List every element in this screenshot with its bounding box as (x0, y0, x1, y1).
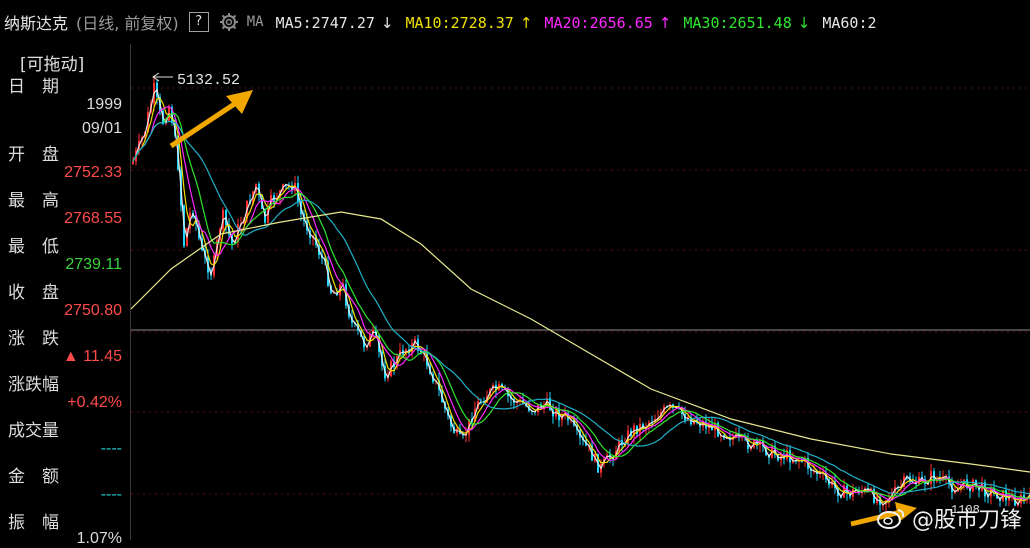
close-value: 2750.80 (64, 302, 122, 319)
ma-trend-arrow-1: ↑ (519, 13, 533, 32)
ma-value-2: MA20:2656.65 (544, 13, 653, 32)
ma30-line (132, 112, 1030, 499)
open-value: 2752.33 (64, 164, 122, 181)
period-subtitle: (日线, 前复权) (76, 14, 179, 33)
help-button[interactable]: ? (188, 12, 209, 32)
ma-trend-arrow-0: ↓ (380, 13, 394, 32)
chart-header: 纳斯达克 (日线, 前复权) ? MA MA5:2747.27 ↓ MA10:272… (0, 0, 1030, 44)
amplitude-value: 1.07% (76, 530, 122, 547)
gear-icon[interactable] (219, 12, 239, 32)
data-panel[interactable]: [可拖动] 日 期 1999 09/01 开 盘 2752.33 最 高 276… (0, 44, 130, 547)
date-label: 日 期 (8, 77, 59, 97)
ma-value-4: MA60:2 (822, 13, 877, 32)
ma-indicator-label[interactable]: MA (247, 14, 264, 30)
index-title: 纳斯达克 (4, 14, 69, 33)
date-year: 1999 (86, 96, 122, 113)
ma5-line (132, 88, 1030, 506)
peak-price-label: 5132.52 (177, 72, 240, 89)
ma60-line (132, 120, 1030, 495)
candle-body (132, 161, 134, 164)
peak-pointer-arrow (169, 98, 241, 149)
open-label: 开 盘 (8, 145, 59, 165)
ma-values: MA5:2747.27 ↓ MA10:2728.37 ↑ MA20:2656.65 ↑ MA… (264, 13, 877, 32)
kline-chart[interactable]: 5132.521108 (131, 44, 1030, 540)
ma-value-3: MA30:2651.48 (683, 13, 792, 32)
chart-annotations: 5132.521108 (152, 72, 980, 527)
candlestick-series (132, 75, 1030, 513)
change-pct-value: +0.42% (67, 394, 122, 411)
high-value: 2768.55 (64, 210, 122, 227)
watermark: @股市刀锋 (876, 502, 1022, 534)
close-label: 收 盘 (8, 283, 59, 303)
low-value: 2739.11 (65, 256, 122, 273)
change-value: ▲ 11.45 (62, 348, 122, 365)
ma-trend-arrow-2: ↑ (658, 13, 672, 32)
weibo-icon (876, 509, 905, 529)
peak-pointer-arrowhead (226, 90, 253, 114)
date-month-day: 09/01 (81, 120, 122, 137)
ma10-line (132, 97, 1030, 503)
watermark-text: @股市刀锋 (911, 508, 1022, 533)
amount-value: ---- (100, 486, 122, 503)
volume-value: ---- (100, 440, 122, 457)
amount-label: 金 额 (8, 467, 59, 487)
ma-value-1: MA10:2728.37 (405, 13, 514, 32)
change-label: 涨 跌 (8, 329, 59, 349)
ma20-line (132, 105, 1030, 501)
ma-value-0: MA5:2747.27 (275, 13, 375, 32)
volume-label: 成交量 (8, 421, 59, 441)
low-label: 最 低 (8, 237, 59, 257)
ma-trend-arrow-3: ↓ (797, 13, 811, 32)
change-pct-label: 涨跌幅 (8, 375, 59, 395)
high-label: 最 高 (8, 191, 59, 211)
amplitude-label: 振 幅 (8, 513, 59, 533)
